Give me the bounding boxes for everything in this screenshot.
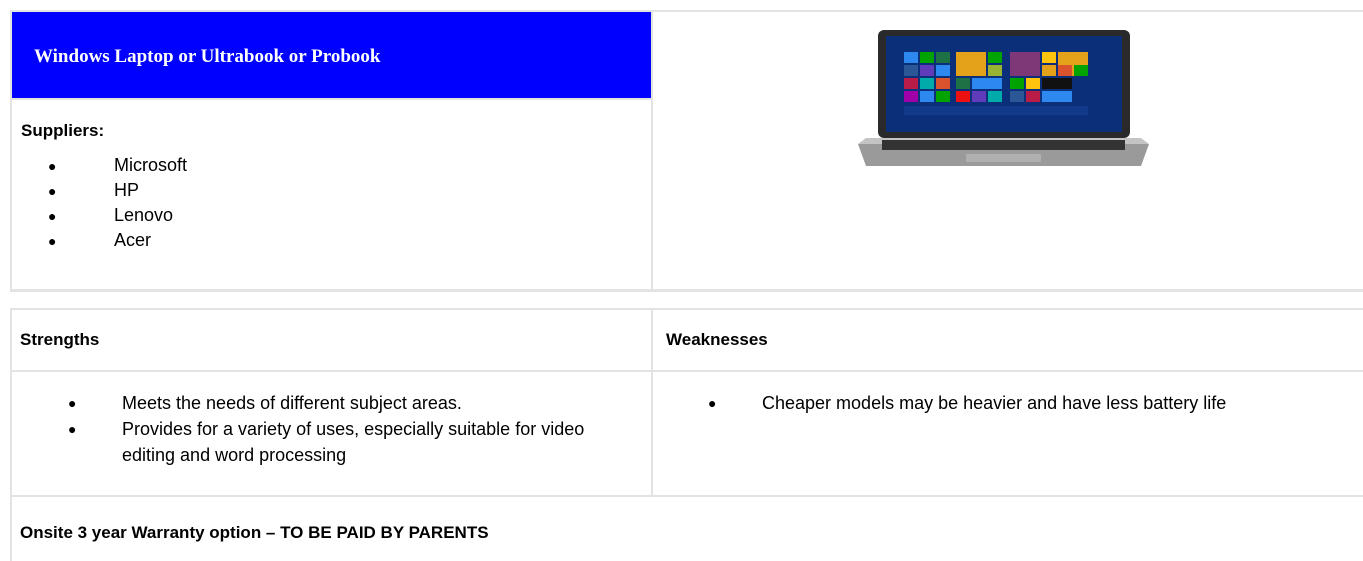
bullet-icon: ● — [68, 421, 77, 437]
list-item: ● Meets the needs of different subject ar… — [68, 390, 628, 416]
list-item: ● Cheaper models may be heavier and have … — [708, 390, 1328, 416]
border — [651, 10, 653, 290]
border — [10, 308, 1363, 310]
bullet-icon: ● — [68, 395, 77, 411]
supplier-name: HP — [114, 180, 140, 200]
title-cell: Windows Laptop or Ultrabook or Probook — [12, 12, 651, 98]
supplier-name: Microsoft — [114, 155, 188, 175]
border — [651, 308, 653, 497]
list-item: ● Lenovo — [48, 203, 187, 228]
bullet-icon: ● — [708, 395, 717, 411]
laptop-image — [858, 30, 1149, 166]
supplier-name: Acer — [114, 230, 152, 250]
bullet-icon: ● — [48, 232, 57, 249]
border — [10, 308, 12, 561]
weakness-text: Cheaper models may be heavier and have l… — [762, 393, 1227, 413]
bullet-icon: ● — [48, 207, 57, 224]
supplier-name: Lenovo — [114, 205, 174, 225]
supplier-list: ● Microsoft ● HP ● Lenovo ● Acer — [48, 153, 187, 253]
list-item: ● HP — [48, 178, 187, 203]
border — [10, 289, 1363, 292]
strength-text: Provides for a variety of uses, especial… — [122, 419, 585, 465]
product-title: Windows Laptop or Ultrabook or Probook — [34, 46, 381, 67]
warranty-note: Onsite 3 year Warranty option – TO BE PA… — [20, 523, 489, 542]
bullet-icon: ● — [48, 157, 57, 174]
list-item: ● Microsoft — [48, 153, 187, 178]
strengths-header: Strengths — [20, 330, 100, 349]
weaknesses-list: ● Cheaper models may be heavier and have … — [708, 390, 1328, 416]
list-item: ● Acer — [48, 228, 187, 253]
strengths-list: ● Meets the needs of different subject ar… — [68, 390, 628, 468]
border — [10, 495, 1363, 497]
weaknesses-header: Weaknesses — [666, 330, 768, 349]
suppliers-label: Suppliers: — [21, 121, 105, 140]
border — [10, 98, 653, 100]
list-item: ● Provides for a variety of uses, especia… — [68, 416, 628, 468]
bullet-icon: ● — [48, 182, 57, 199]
border — [10, 370, 1363, 372]
strength-text: Meets the needs of different subject are… — [122, 393, 462, 413]
